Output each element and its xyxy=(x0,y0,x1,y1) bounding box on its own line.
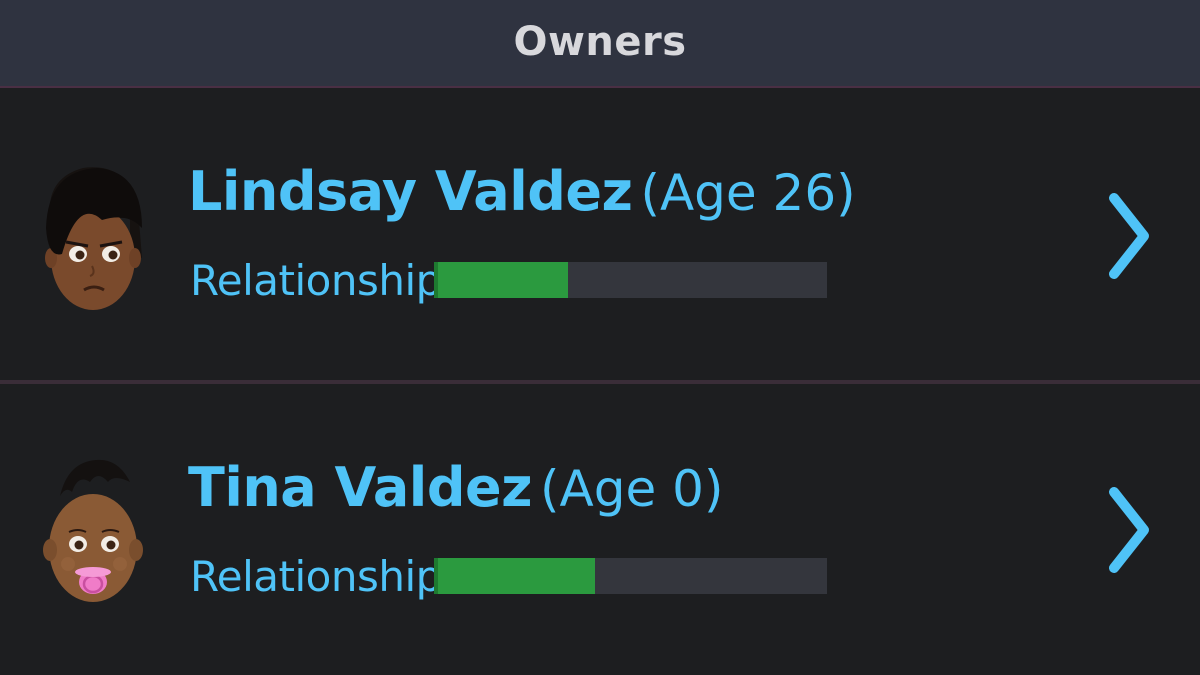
relationship-bar xyxy=(434,262,827,298)
relationship-label: Relationship xyxy=(190,256,442,305)
relationship-bar xyxy=(434,558,827,594)
owner-age: (Age 0) xyxy=(540,460,724,518)
owner-row[interactable]: Tina Valdez (Age 0) Relationship xyxy=(0,384,1200,675)
owner-row[interactable]: Lindsay Valdez (Age 26) Relationship xyxy=(0,88,1200,380)
adult-woman-avatar-icon xyxy=(45,167,142,310)
relationship-bar-fill xyxy=(434,262,568,298)
owner-age: (Age 26) xyxy=(640,164,856,222)
baby-avatar-icon xyxy=(43,459,143,602)
nav-header: Owners xyxy=(0,0,1200,88)
chevron-right-icon[interactable] xyxy=(1100,186,1160,286)
page-title: Owners xyxy=(513,19,687,65)
owners-screen: Owners Lindsay Valdez (Age 26) Relations… xyxy=(0,0,1200,675)
owner-name: Lindsay Valdez xyxy=(188,160,633,223)
relationship-bar-fill xyxy=(434,558,596,594)
owner-name: Tina Valdez xyxy=(188,456,533,519)
owner-name-line: Lindsay Valdez (Age 26) xyxy=(188,160,856,223)
chevron-right-icon[interactable] xyxy=(1100,480,1160,580)
relationship-label: Relationship xyxy=(190,552,442,601)
owner-name-line: Tina Valdez (Age 0) xyxy=(188,456,723,519)
